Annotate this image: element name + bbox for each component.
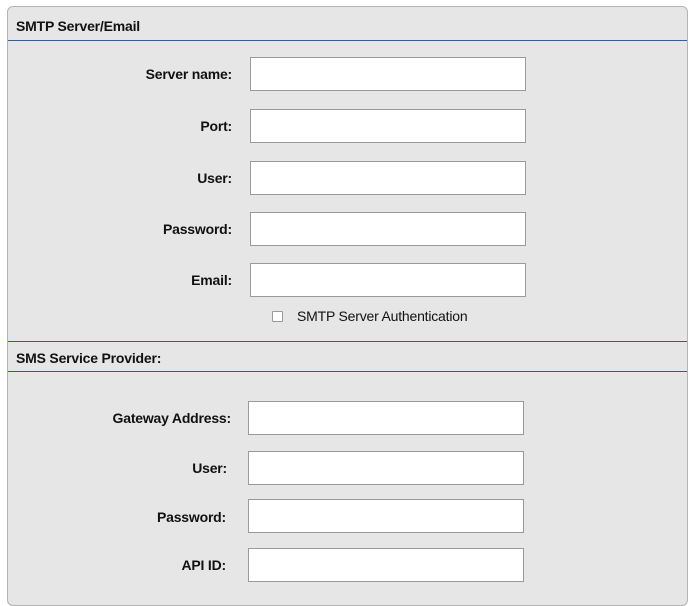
sms-section-title: SMS Service Provider: bbox=[16, 350, 162, 366]
sms-section-header: SMS Service Provider: bbox=[8, 341, 687, 372]
api-id-input[interactable] bbox=[248, 548, 524, 582]
smtp-auth-label[interactable]: SMTP Server Authentication bbox=[297, 308, 468, 324]
gateway-address-input[interactable] bbox=[248, 401, 524, 435]
smtp-section-title: SMTP Server/Email bbox=[16, 18, 140, 34]
smtp-auth-checkbox[interactable] bbox=[272, 311, 283, 322]
port-label: Port: bbox=[200, 118, 232, 134]
smtp-password-input[interactable] bbox=[250, 212, 526, 246]
server-name-input[interactable] bbox=[250, 57, 526, 91]
settings-panel: SMTP Server/Email Server name: Port: Use… bbox=[7, 6, 688, 606]
sms-password-input[interactable] bbox=[248, 499, 524, 533]
email-label: Email: bbox=[191, 272, 232, 288]
gateway-address-label: Gateway Address: bbox=[112, 410, 232, 426]
server-name-label: Server name: bbox=[145, 66, 233, 82]
sms-password-label: Password: bbox=[157, 509, 226, 525]
api-id-label: API ID: bbox=[181, 557, 227, 573]
smtp-section-header: SMTP Server/Email bbox=[8, 13, 687, 41]
smtp-password-label: Password: bbox=[163, 221, 232, 237]
smtp-user-input[interactable] bbox=[250, 161, 526, 195]
email-input[interactable] bbox=[250, 263, 526, 297]
sms-user-label: User: bbox=[192, 460, 227, 476]
port-input[interactable] bbox=[250, 109, 526, 143]
smtp-user-label: User: bbox=[197, 170, 232, 186]
sms-user-input[interactable] bbox=[248, 451, 524, 485]
